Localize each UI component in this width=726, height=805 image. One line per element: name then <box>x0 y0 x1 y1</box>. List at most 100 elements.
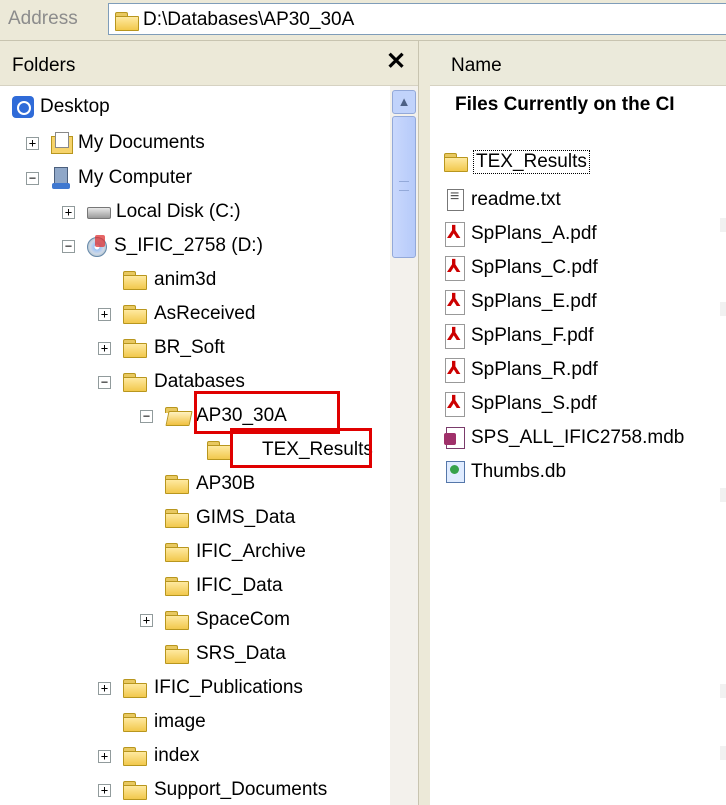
tree-item-ific-data[interactable]: IFIC_Data <box>164 569 283 603</box>
tree-item-label: AsReceived <box>154 303 256 324</box>
file-item-spplans-f[interactable]: SpPlans_F.pdf <box>443 320 594 352</box>
folder-icon <box>164 507 190 529</box>
tree-item-ific-publications[interactable]: IFIC_Publications <box>122 671 303 705</box>
folder-icon <box>122 779 148 801</box>
expand-toggle[interactable]: + <box>98 682 111 695</box>
file-item-spplans-e[interactable]: SpPlans_E.pdf <box>443 286 597 318</box>
expand-toggle[interactable]: + <box>140 614 153 627</box>
pdf-icon <box>443 357 467 383</box>
folder-tree: Desktop + My Documents − My Computer + L… <box>0 86 390 805</box>
file-item-label: SPS_ALL_IFIC2758.mdb <box>471 427 685 448</box>
address-label: Address <box>8 8 78 29</box>
file-item-label: SpPlans_A.pdf <box>471 223 597 244</box>
file-item-readme[interactable]: readme.txt <box>443 184 561 216</box>
folder-icon <box>122 745 148 767</box>
file-item-label: readme.txt <box>471 189 561 210</box>
tree-item-local-disk[interactable]: Local Disk (C:) <box>86 195 241 229</box>
collapse-toggle[interactable]: − <box>26 172 39 185</box>
folder-icon <box>443 151 469 173</box>
tree-item-label: IFIC_Publications <box>154 677 303 698</box>
edge-artifact <box>720 488 726 502</box>
expand-toggle[interactable]: + <box>98 750 111 763</box>
tree-item-label: anim3d <box>154 269 217 290</box>
edge-artifact <box>720 218 726 232</box>
folders-pane-title: Folders <box>12 55 76 76</box>
my-documents-icon <box>50 132 73 154</box>
desktop-icon <box>12 96 34 118</box>
text-file-icon <box>443 187 467 213</box>
open-folder-icon <box>164 405 190 427</box>
file-item-spplans-s[interactable]: SpPlans_S.pdf <box>443 388 597 420</box>
pdf-icon <box>443 323 467 349</box>
column-header-name[interactable]: Name <box>429 41 726 86</box>
file-item-tex-results[interactable]: TEX_Results <box>443 146 590 178</box>
tree-item-ap30b[interactable]: AP30B <box>164 467 255 501</box>
tree-item-label: SpaceCom <box>196 609 290 630</box>
edge-artifact <box>720 746 726 760</box>
file-item-sps-all-mdb[interactable]: SPS_ALL_IFIC2758.mdb <box>443 422 684 454</box>
tree-item-image[interactable]: image <box>122 705 206 739</box>
tree-item-label: image <box>154 711 206 732</box>
file-list-group-heading: Files Currently on the CI <box>455 94 675 115</box>
folder-icon <box>164 609 190 631</box>
folder-icon <box>122 677 148 699</box>
highlight-box <box>230 428 372 468</box>
expand-toggle[interactable]: + <box>98 784 111 797</box>
tree-item-spacecom[interactable]: SpaceCom <box>164 603 290 637</box>
folder-icon <box>122 371 148 393</box>
folder-icon <box>122 711 148 733</box>
file-item-spplans-a[interactable]: SpPlans_A.pdf <box>443 218 597 250</box>
folder-icon <box>122 269 148 291</box>
column-header-name-label: Name <box>451 55 502 76</box>
expand-toggle[interactable]: + <box>98 308 111 321</box>
address-field[interactable]: D:\Databases\AP30_30A <box>108 3 726 35</box>
folder-icon <box>206 439 232 461</box>
access-db-icon <box>443 425 467 451</box>
scroll-up-button[interactable]: ▲ <box>392 90 416 114</box>
scrollbar-thumb[interactable] <box>392 116 416 258</box>
tree-item-support-documents[interactable]: Support_Documents <box>122 773 327 805</box>
expand-toggle[interactable]: + <box>26 137 39 150</box>
tree-item-br-soft[interactable]: BR_Soft <box>122 331 225 365</box>
folder-icon <box>114 10 140 32</box>
tree-item-my-computer[interactable]: My Computer <box>50 161 192 195</box>
expand-toggle[interactable]: + <box>62 206 75 219</box>
tree-item-desktop[interactable]: Desktop <box>12 90 110 124</box>
pdf-icon <box>443 391 467 417</box>
collapse-toggle[interactable]: − <box>62 240 75 253</box>
file-item-label: SpPlans_F.pdf <box>471 325 594 346</box>
tree-item-label: GIMS_Data <box>196 507 296 528</box>
scrollbar-grip <box>399 181 409 191</box>
file-item-label: SpPlans_S.pdf <box>471 393 597 414</box>
file-item-label: SpPlans_E.pdf <box>471 291 597 312</box>
collapse-toggle[interactable]: − <box>98 376 111 389</box>
folder-icon <box>164 643 190 665</box>
tree-item-label: IFIC_Archive <box>196 541 306 562</box>
tree-item-label: AP30B <box>196 473 256 494</box>
tree-item-index[interactable]: index <box>122 739 199 773</box>
tree-item-gims-data[interactable]: GIMS_Data <box>164 501 295 535</box>
tree-item-label: SRS_Data <box>196 643 286 664</box>
close-folders-pane-button[interactable]: ✕ <box>386 47 406 76</box>
file-item-label: SpPlans_R.pdf <box>471 359 598 380</box>
tree-item-ific-archive[interactable]: IFIC_Archive <box>164 535 306 569</box>
tree-item-srs-data[interactable]: SRS_Data <box>164 637 286 671</box>
folder-tree-scrollbar[interactable]: ▲ <box>390 86 418 805</box>
file-item-spplans-c[interactable]: SpPlans_C.pdf <box>443 252 598 284</box>
edge-artifact <box>720 302 726 316</box>
file-item-thumbs-db[interactable]: Thumbs.db <box>443 456 566 488</box>
file-item-spplans-r[interactable]: SpPlans_R.pdf <box>443 354 598 386</box>
folder-icon <box>164 473 190 495</box>
tree-item-label: IFIC_Data <box>196 575 283 596</box>
pdf-icon <box>443 289 467 315</box>
address-bar: Address D:\Databases\AP30_30A <box>0 0 726 41</box>
expand-toggle[interactable]: + <box>98 342 111 355</box>
address-path: D:\Databases\AP30_30A <box>143 9 355 30</box>
tree-item-cd-drive[interactable]: S_IFIC_2758 (D:) <box>86 229 263 263</box>
tree-item-anim3d[interactable]: anim3d <box>122 263 216 297</box>
tree-item-my-documents[interactable]: My Documents <box>50 126 205 160</box>
hard-disk-icon <box>86 204 111 220</box>
pdf-icon <box>443 221 467 247</box>
tree-item-asreceived[interactable]: AsReceived <box>122 297 255 331</box>
collapse-toggle[interactable]: − <box>140 410 153 423</box>
